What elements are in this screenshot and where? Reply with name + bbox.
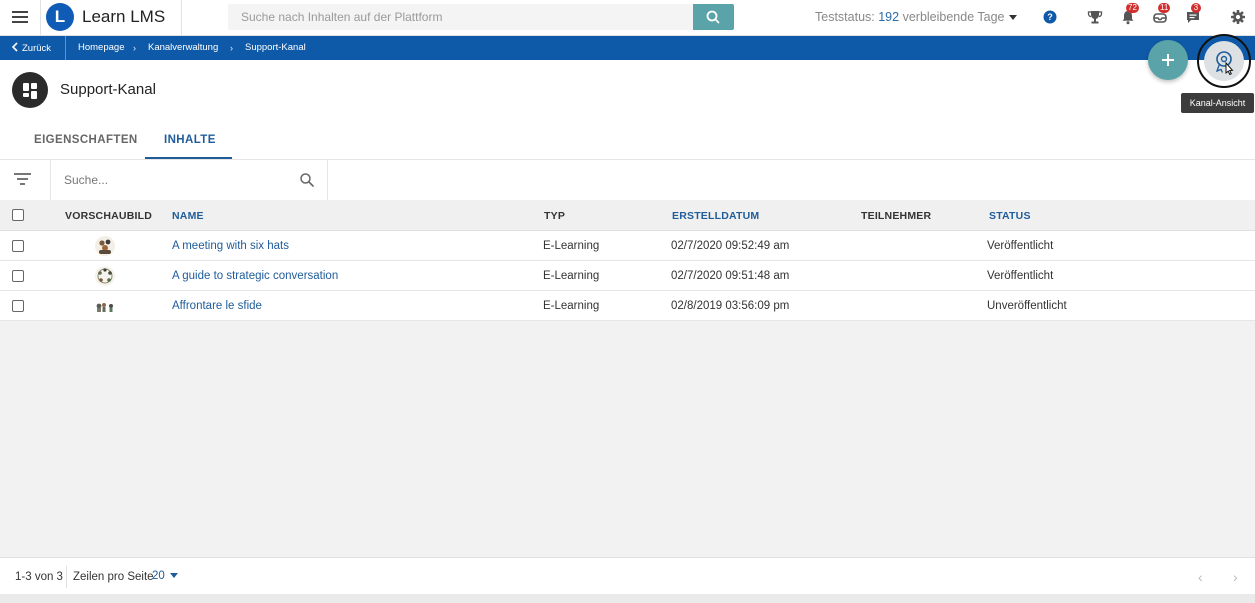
global-search-input[interactable] [228, 4, 693, 30]
thumbnail-image [95, 236, 115, 256]
content-status: Veröffentlicht [987, 270, 1054, 282]
caret-down-icon [1008, 15, 1017, 21]
channel-view-icon [1204, 41, 1244, 81]
bell-icon[interactable]: 72 [1119, 3, 1139, 26]
content-name-link[interactable]: A meeting with six hats [172, 240, 289, 252]
back-label: Zurück [22, 43, 52, 54]
trial-prefix: Teststatus: [815, 10, 875, 24]
help-icon[interactable]: ? [1041, 8, 1059, 26]
svg-text:?: ? [1047, 12, 1053, 22]
bottom-strip [0, 594, 1255, 603]
table-row[interactable]: A meeting with six hats E-Learning 02/7/… [0, 231, 1255, 261]
content-type: E-Learning [543, 270, 600, 282]
next-page-button[interactable]: › [1233, 569, 1238, 585]
chat-icon[interactable]: 3 [1184, 3, 1202, 26]
global-search-button[interactable] [693, 4, 734, 30]
caret-down-icon [169, 573, 178, 579]
search-icon [706, 10, 720, 24]
search-icon[interactable] [299, 172, 315, 188]
top-bar: L Learn LMS Teststatus: 192 verbleibende… [0, 0, 1255, 36]
content-name-link[interactable]: Affrontare le sfide [172, 300, 262, 312]
tooltip: Kanal-Ansicht [1181, 93, 1254, 113]
content-created-date: 02/7/2020 09:51:48 am [671, 270, 790, 282]
table-row[interactable]: Affrontare le sfide E-Learning 02/8/2019… [0, 291, 1255, 321]
divider [50, 160, 51, 200]
tab-contents[interactable]: INHALTE [164, 134, 216, 146]
content-created-date: 02/7/2020 09:52:49 am [671, 240, 790, 252]
page-title: Support-Kanal [60, 81, 156, 98]
content-created-date: 02/8/2019 03:56:09 pm [671, 300, 790, 312]
dashboard-icon [12, 72, 48, 108]
column-header-created-date[interactable]: ERSTELLDATUM [672, 210, 759, 222]
previous-page-button[interactable]: ‹ [1198, 569, 1203, 585]
content-name-link[interactable]: A guide to strategic conversation [172, 270, 338, 282]
breadcrumb-item-current: Support-Kanal [245, 42, 306, 53]
global-search-box [228, 4, 693, 30]
trophy-icon[interactable] [1086, 8, 1104, 26]
divider [181, 0, 182, 36]
divider [65, 36, 66, 60]
trial-days: 192 [878, 10, 900, 24]
breadcrumb: Zurück Homepage › Kanalverwaltung › Supp… [0, 36, 1255, 60]
thumbnail-image [95, 301, 115, 312]
chevron-right-icon: › [230, 43, 233, 53]
filter-icon[interactable] [14, 173, 31, 187]
chat-badge: 3 [1191, 3, 1201, 13]
messages-badge: 11 [1158, 3, 1171, 13]
select-all-checkbox[interactable] [12, 209, 24, 221]
column-header-name[interactable]: NAME [172, 210, 204, 222]
tabs: EIGENSCHAFTEN INHALTE [0, 120, 1255, 160]
menu-icon[interactable] [12, 11, 28, 25]
breadcrumb-item-homepage[interactable]: Homepage [78, 42, 124, 53]
row-checkbox[interactable] [12, 300, 24, 312]
chevron-right-icon: › [133, 43, 136, 53]
trial-suffix: verbleibende Tage [902, 10, 1005, 24]
column-header-thumbnail: VORSCHAUBILD [65, 210, 152, 222]
pagination-bar: 1-3 von 3 Zeilen pro Seite 20 ‹ › [0, 557, 1255, 594]
divider [40, 0, 41, 36]
filter-bar [0, 160, 1255, 200]
content-type: E-Learning [543, 300, 600, 312]
breadcrumb-item-channel-management[interactable]: Kanalverwaltung [148, 42, 218, 53]
rows-per-page-select[interactable]: 20 [152, 570, 178, 582]
rows-per-page-label: Zeilen pro Seite [73, 571, 154, 583]
content-status: Veröffentlicht [987, 240, 1054, 252]
thumbnail-image [95, 266, 115, 286]
pagination-range: 1-3 von 3 [15, 571, 63, 583]
table-row[interactable]: A guide to strategic conversation E-Lear… [0, 261, 1255, 291]
table-header: VORSCHAUBILD NAME TYP ERSTELLDATUM TEILN… [0, 200, 1255, 231]
content-status: Unveröffentlicht [987, 300, 1067, 312]
column-header-status[interactable]: STATUS [989, 210, 1031, 222]
gear-icon[interactable] [1229, 8, 1247, 26]
rows-per-page-value: 20 [152, 570, 165, 582]
logo[interactable]: L [46, 3, 74, 31]
back-link[interactable]: Zurück [11, 42, 51, 54]
column-header-participants: TEILNEHMER [861, 210, 932, 222]
divider [327, 160, 328, 200]
channel-view-button[interactable] [1197, 34, 1251, 88]
content-type: E-Learning [543, 240, 600, 252]
app-name[interactable]: Learn LMS [82, 7, 165, 27]
tab-properties[interactable]: EIGENSCHAFTEN [34, 134, 138, 146]
plus-icon [1162, 54, 1174, 66]
add-button[interactable] [1148, 40, 1188, 80]
column-header-type: TYP [544, 210, 566, 222]
table-search-input[interactable] [64, 172, 294, 188]
row-checkbox[interactable] [12, 240, 24, 252]
notifications-badge: 72 [1126, 3, 1139, 13]
chevron-left-icon [11, 42, 18, 52]
inbox-icon[interactable]: 11 [1151, 3, 1171, 26]
trial-status[interactable]: Teststatus: 192 verbleibende Tage [815, 10, 1017, 24]
row-checkbox[interactable] [12, 270, 24, 282]
divider [66, 566, 67, 588]
